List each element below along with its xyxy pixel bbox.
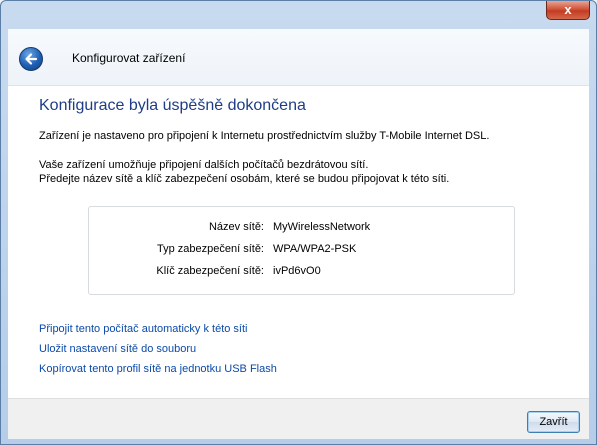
info-line-2: Předejte název sítě a klíč zabezpečení o… <box>39 173 450 185</box>
security-key-label: Klíč zabezpečení sítě: <box>156 265 264 277</box>
page-title: Konfigurace byla úspěšně dokončena <box>39 97 306 114</box>
security-key-row: Klíč zabezpečení sítě: ivPd6vO0 <box>89 265 514 279</box>
copy-to-usb-link[interactable]: Kopírovat tento profil sítě na jednotku … <box>39 363 277 375</box>
dialog-footer: Zavřít <box>8 398 589 439</box>
back-button[interactable] <box>19 47 43 71</box>
security-key-value: ivPd6vO0 <box>273 265 321 277</box>
wizard-title: Konfigurovat zařízení <box>72 51 186 65</box>
content-panel: Konfigurace byla úspěšně dokončena Zaříz… <box>8 86 589 398</box>
dialog-window: x Konfigurovat zařízení Konfigurace byla… <box>0 0 597 445</box>
wizard-header: Konfigurovat zařízení <box>8 29 589 86</box>
status-paragraph: Zařízení je nastaveno pro připojení k In… <box>39 130 490 142</box>
security-type-label: Typ zabezpečení sítě: <box>156 243 264 255</box>
back-arrow-icon <box>25 53 38 65</box>
window-close-button[interactable]: x <box>546 1 590 20</box>
security-type-value: WPA/WPA2-PSK <box>273 243 357 255</box>
network-name-value: MyWirelessNetwork <box>273 221 371 233</box>
close-button[interactable]: Zavřít <box>527 411 580 433</box>
connect-automatically-link[interactable]: Připojit tento počítač automaticky k tét… <box>39 323 247 335</box>
save-settings-link[interactable]: Uložit nastavení sítě do souboru <box>39 343 196 355</box>
security-type-row: Typ zabezpečení sítě: WPA/WPA2-PSK <box>89 243 514 257</box>
info-line-1: Vaše zařízení umožňuje připojení dalších… <box>39 159 369 171</box>
network-info-box: Název sítě: MyWirelessNetwork Typ zabezp… <box>88 206 515 295</box>
network-name-row: Název sítě: MyWirelessNetwork <box>89 221 514 235</box>
close-icon: x <box>564 2 572 17</box>
network-name-label: Název sítě: <box>208 221 264 233</box>
